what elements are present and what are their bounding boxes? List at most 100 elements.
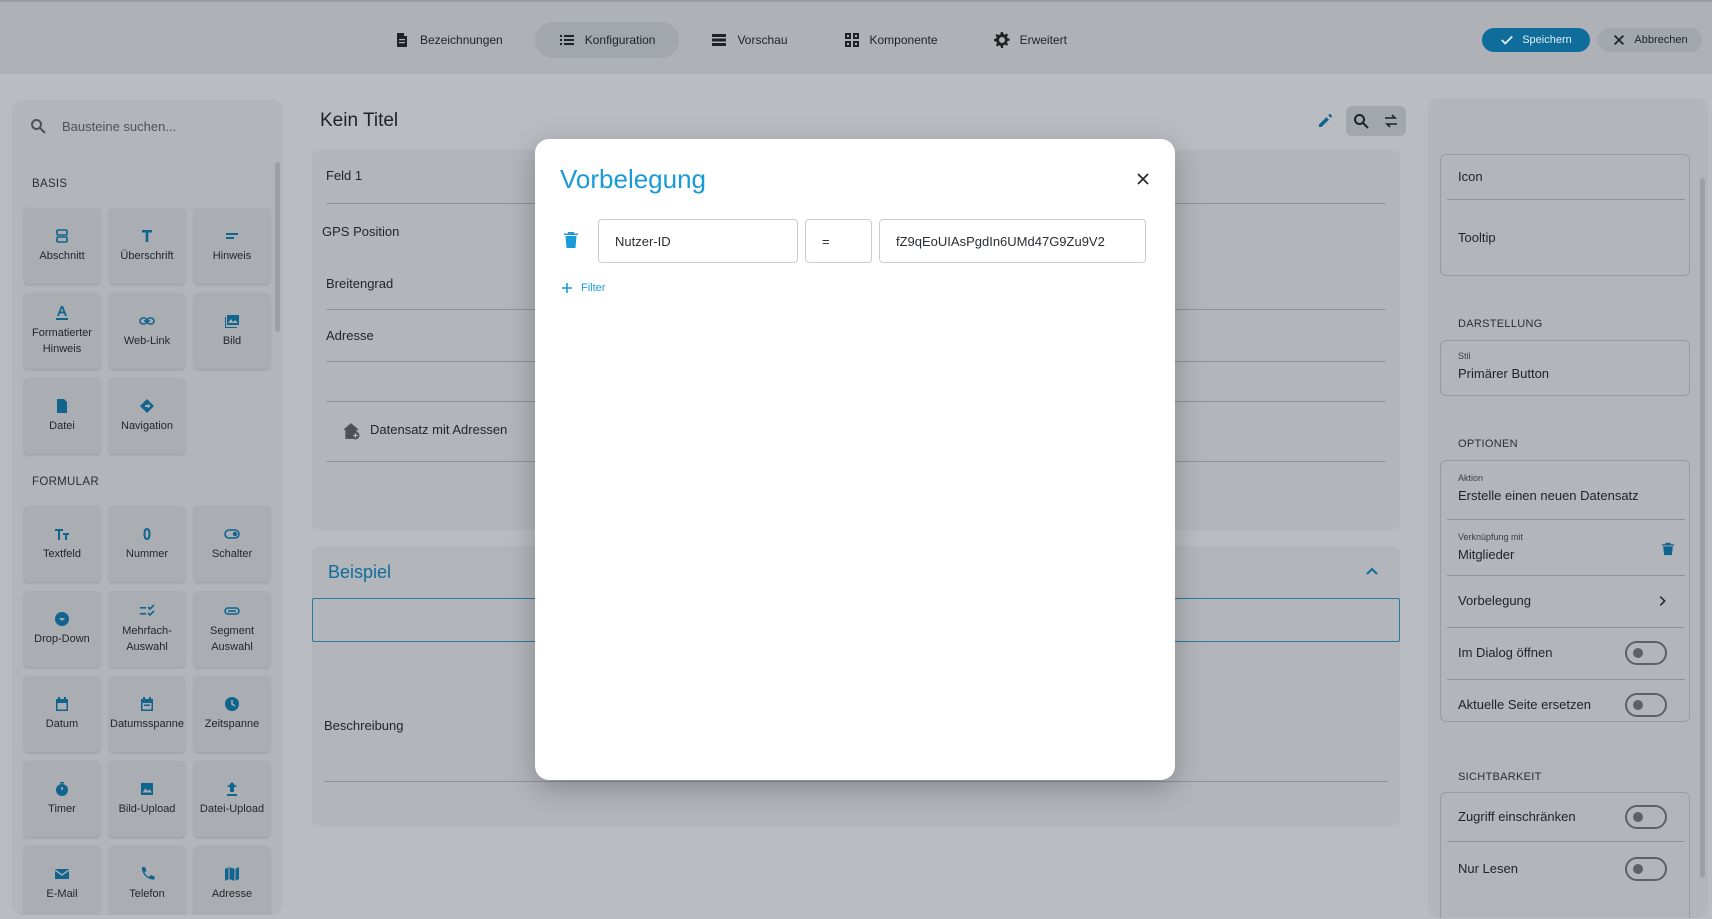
icon-field[interactable]: Icon <box>1458 169 1483 184</box>
field-label: Adresse <box>326 328 374 343</box>
swap-button[interactable] <box>1376 106 1406 136</box>
tile-zeitspanne[interactable]: Zeitspanne <box>194 676 270 752</box>
zugriff-label: Zugriff einschränken <box>1458 809 1576 824</box>
component-palette: Bausteine suchen... BASIS Abschnitt Über… <box>12 100 282 915</box>
nur-lesen-label: Nur Lesen <box>1458 861 1518 876</box>
save-button[interactable]: Speichern <box>1482 28 1590 52</box>
tile-drop-down[interactable]: Drop-Down <box>24 591 100 667</box>
filter-field-select[interactable]: Nutzer-ID <box>598 219 798 263</box>
dialog-label: Im Dialog öffnen <box>1458 645 1553 660</box>
trash-icon[interactable] <box>1661 541 1675 557</box>
tab-vorschau[interactable]: Vorschau <box>687 22 811 58</box>
tile-e-mail[interactable]: E-Mail <box>24 846 100 915</box>
notes-icon <box>226 233 238 239</box>
tile-label: Abschnitt <box>39 250 85 262</box>
tile-adresse[interactable]: Adresse <box>194 846 270 915</box>
field-label: Datensatz mit Adressen <box>370 422 508 437</box>
aktion-label: Aktion <box>1458 473 1484 483</box>
upload-icon <box>227 782 237 796</box>
vorbelegung-dialog: Vorbelegung Nutzer-ID = fZ9qEoUIAsPgdIn6… <box>535 139 1175 780</box>
tile-datei[interactable]: Datei <box>24 378 100 454</box>
close-icon[interactable] <box>1135 171 1151 187</box>
palette-search[interactable]: Bausteine suchen... <box>30 118 176 134</box>
toggle-icon <box>224 529 240 539</box>
edit-title-button[interactable] <box>1310 106 1340 136</box>
tile-telefon[interactable]: Telefon <box>109 846 185 915</box>
plus-icon <box>562 283 572 293</box>
section-darstellung: DARSTELLUNG <box>1458 318 1543 330</box>
filter-operator-select[interactable]: = <box>805 219 872 263</box>
tile-datum[interactable]: Datum <box>24 676 100 752</box>
grid-icon <box>844 33 859 47</box>
optionen-box: Aktion Erstelle einen neuen Datensatz Ve… <box>1440 460 1690 722</box>
ersetzen-toggle[interactable] <box>1625 693 1667 717</box>
tile-label: Drop-Down <box>34 633 90 645</box>
divider <box>1447 679 1685 680</box>
tab-komponente[interactable]: Komponente <box>820 22 962 58</box>
zugriff-toggle[interactable] <box>1625 805 1667 829</box>
tile-bild-upload[interactable]: Bild-Upload <box>109 761 185 837</box>
stil-value: Primärer Button <box>1458 366 1550 381</box>
search-input[interactable]: Bausteine suchen... <box>62 119 176 134</box>
field-label: Feld 1 <box>326 168 363 183</box>
tile-datumsspanne[interactable]: Datumsspanne <box>109 676 185 752</box>
icon-tooltip-box: Icon Tooltip <box>1440 154 1690 276</box>
tile-label: Telefon <box>129 888 165 900</box>
tooltip-field[interactable]: Tooltip <box>1458 230 1496 245</box>
list-icon <box>559 35 574 45</box>
house-add-icon <box>343 423 360 440</box>
tile-formatierter-hinweis[interactable]: Formatierter Hinweis <box>24 293 100 369</box>
tile-label: Datum <box>45 718 79 730</box>
tile-label: Bild <box>222 335 242 347</box>
add-filter-button[interactable]: Filter <box>561 282 605 294</box>
dialog-toggle[interactable] <box>1625 641 1667 665</box>
tab-konfiguration[interactable]: Konfiguration <box>534 22 680 58</box>
trash-icon[interactable] <box>563 231 579 249</box>
tile-navigation[interactable]: Navigation <box>109 378 185 454</box>
divider <box>1447 519 1685 520</box>
field-label: Beschreibung <box>324 718 404 733</box>
palette-scrollbar[interactable] <box>275 162 280 332</box>
tile-nummer[interactable]: Nummer <box>109 506 185 582</box>
tile-hinweis[interactable]: Hinweis <box>194 208 270 284</box>
properties-scrollbar[interactable] <box>1700 178 1705 878</box>
tile-datei-upload[interactable]: Datei-Upload <box>194 761 270 837</box>
tile-segment-auswahl[interactable]: Segment Auswahl <box>194 591 270 667</box>
divider <box>1447 199 1685 200</box>
section-icon <box>56 229 68 243</box>
tab-label: Komponente <box>869 33 938 47</box>
stil-select[interactable]: Stil Primärer Button <box>1440 340 1690 396</box>
tile-web-link[interactable]: Web-Link <box>109 293 185 369</box>
tile-mehrfach-auswahl[interactable]: Mehrfach-Auswahl <box>109 591 185 667</box>
cancel-button[interactable]: Abbrechen <box>1598 28 1702 52</box>
dialog-title: Vorbelegung <box>560 164 707 194</box>
checklist-icon <box>140 604 155 617</box>
nur-lesen-toggle[interactable] <box>1625 857 1667 881</box>
tile-textfeld[interactable]: Textfeld <box>24 506 100 582</box>
chevron-up-icon[interactable] <box>1364 564 1380 580</box>
tile-label: E-Mail <box>46 888 78 900</box>
tile-ueberschrift[interactable]: Überschrift <box>109 208 185 284</box>
tile-label: Web-Link <box>123 335 171 347</box>
section-basis: BASIS <box>32 178 68 190</box>
tab-label: Konfiguration <box>584 33 656 47</box>
tile-bild[interactable]: Bild <box>194 293 270 369</box>
tab-bezeichnungen[interactable]: Bezeichnungen <box>370 22 527 58</box>
tile-label: Adresse <box>211 888 253 900</box>
filter-value-input[interactable]: fZ9qEoUIAsPgdIn6UMd47G9Zu9V2 <box>879 219 1146 263</box>
swap-icon <box>1385 114 1397 128</box>
tile-timer[interactable]: Timer <box>24 761 100 837</box>
tile-schalter[interactable]: Schalter <box>194 506 270 582</box>
tab-label: Vorschau <box>737 33 788 47</box>
tile-abschnitt[interactable]: Abschnitt <box>24 208 100 284</box>
field-label: Breitengrad <box>326 276 394 291</box>
section-title: Beispiel <box>328 562 392 582</box>
tab-erweitert[interactable]: Erweitert <box>970 22 1091 58</box>
properties-panel: Icon Tooltip DARSTELLUNG Stil Primärer B… <box>1428 98 1708 918</box>
search-icon <box>31 119 46 134</box>
zoom-button[interactable] <box>1346 106 1376 136</box>
divider <box>1447 575 1685 576</box>
tile-label: Zeitspanne <box>204 718 260 730</box>
divider <box>1447 627 1685 628</box>
verknuepfung-value: Mitglieder <box>1458 547 1515 562</box>
